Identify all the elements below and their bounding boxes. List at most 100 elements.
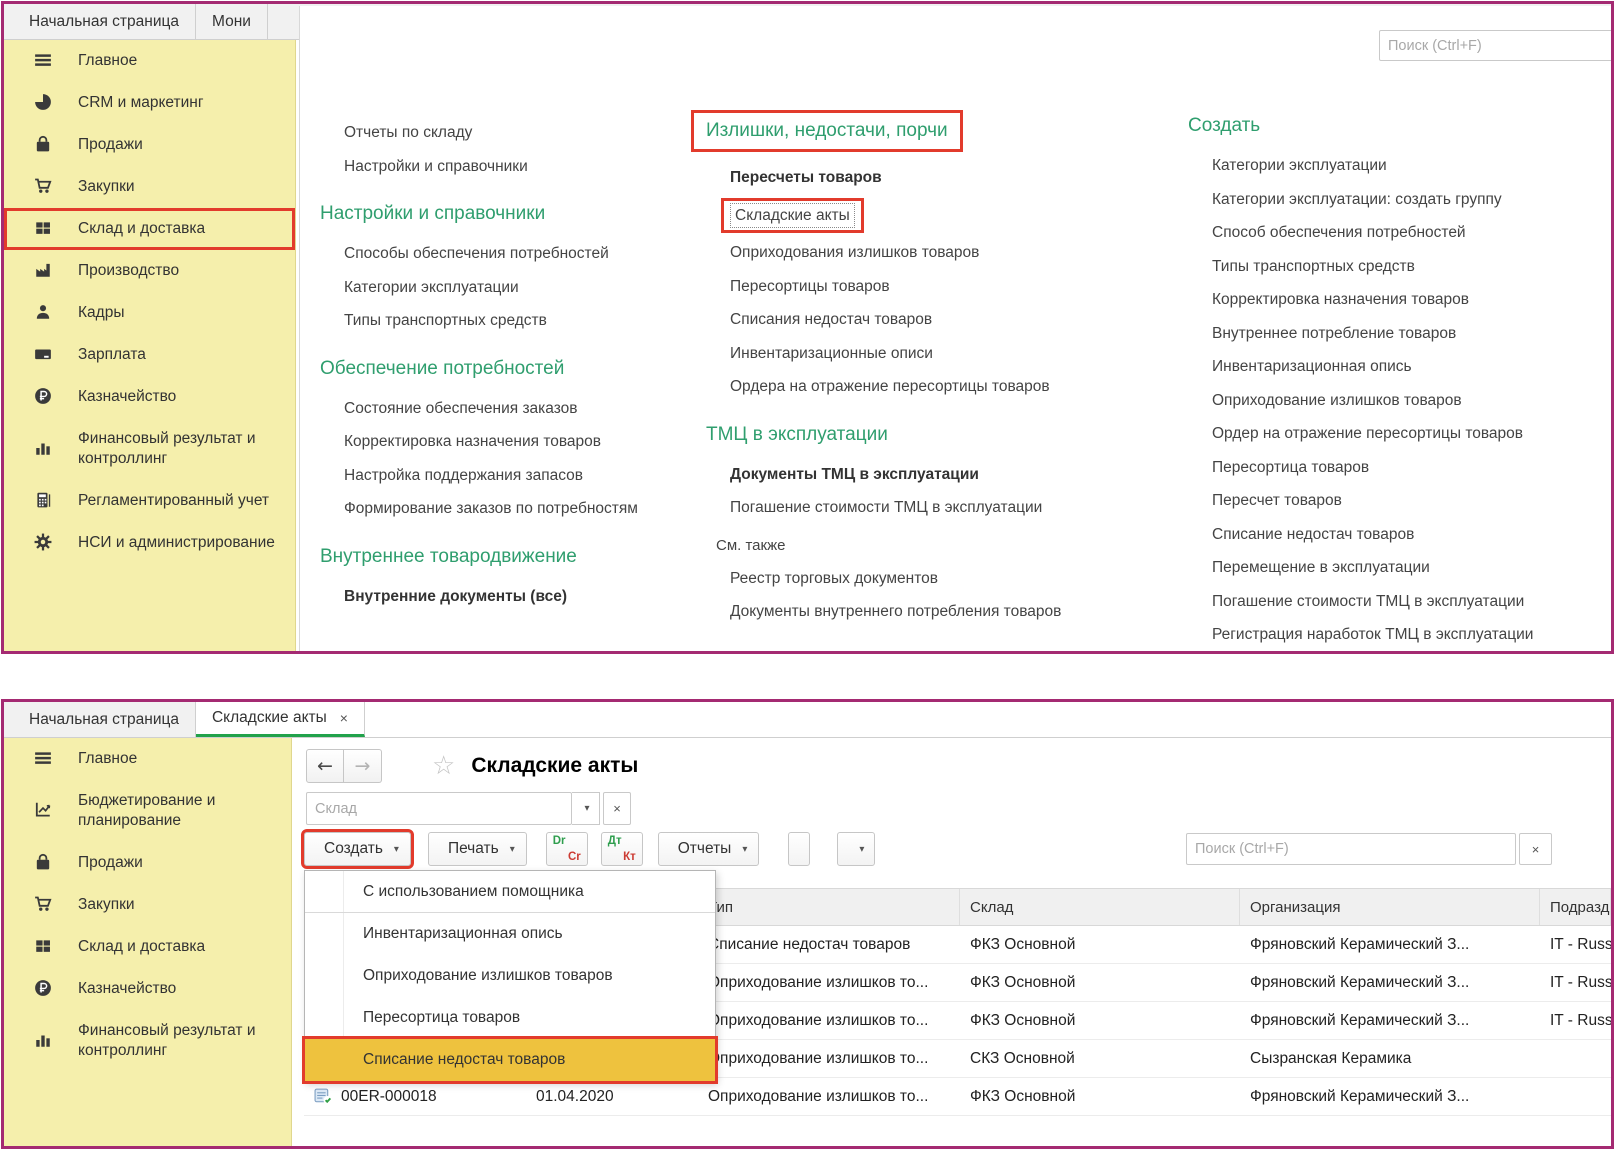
menu-link[interactable]: Документы внутреннего потребления товаро… xyxy=(730,601,1061,623)
sidebar-item-склад-и-доставка[interactable]: Склад и доставка xyxy=(4,208,295,250)
sidebar-item-финансовый-результат-и-контроллинг[interactable]: Финансовый результат и контроллинг xyxy=(4,418,295,480)
menu-link[interactable]: Категории эксплуатации xyxy=(1212,155,1387,177)
sidebar-item-финансовый-результат-и-контроллинг[interactable]: Финансовый результат и контроллинг xyxy=(4,1010,291,1072)
see-also-label: См. также xyxy=(716,537,785,554)
menu-item-text: Ордера на отражение пересортицы товаров xyxy=(730,378,1050,395)
menu-link[interactable]: Ордер на отражение пересортицы товаров xyxy=(1212,423,1523,445)
sidebar-item-закупки[interactable]: Закупки xyxy=(4,884,291,926)
menu-link[interactable]: Типы транспортных средств xyxy=(344,310,547,332)
forward-button[interactable]: → xyxy=(344,749,382,783)
menu-link[interactable]: Способы обеспечения потребностей xyxy=(344,243,609,265)
menu-link[interactable]: Категории эксплуатации: создать группу xyxy=(1212,189,1502,211)
menu-link[interactable]: Пересчет товаров xyxy=(1212,490,1342,512)
menu-link[interactable]: Инвентаризационные описи xyxy=(730,343,933,365)
menu-link[interactable]: Пересортицы товаров xyxy=(730,276,890,298)
menu-link[interactable]: Пересчеты товаров xyxy=(730,167,882,189)
menu-link[interactable]: Реестр торговых документов xyxy=(730,568,938,590)
create-menu-item[interactable]: Пересортица товаров xyxy=(305,997,715,1039)
table-row[interactable]: 00ER-00001801.04.2020Оприходование излиш… xyxy=(304,1078,1611,1116)
menu-link[interactable]: Регистрация наработок ТМЦ в эксплуатации xyxy=(1212,624,1533,646)
column-header[interactable]: Организация xyxy=(1240,889,1540,925)
menu-link[interactable]: Внутреннее потребление товаров xyxy=(1212,323,1456,345)
menu-item-text: Инвентаризационная опись xyxy=(1212,358,1412,375)
dtkt-button[interactable]: Дт Кт xyxy=(601,832,643,866)
tab-home[interactable]: Начальная страница xyxy=(4,702,196,737)
dt-label: Дт xyxy=(608,835,622,847)
column-header[interactable]: Склад xyxy=(960,889,1240,925)
sidebar-item-кадры[interactable]: Кадры xyxy=(4,292,295,334)
sidebar-item-crm-и-маркетинг[interactable]: CRM и маркетинг xyxy=(4,82,295,124)
menu-link[interactable]: Списания недостач товаров xyxy=(730,309,932,331)
favorite-star-icon[interactable]: ☆ xyxy=(432,751,455,781)
create-menu-item[interactable]: Списание недостач товаров xyxy=(305,1039,715,1081)
menu-link[interactable]: Способ обеспечения потребностей xyxy=(1212,222,1466,244)
create-menu-item[interactable]: Оприходование излишков товаров xyxy=(305,955,715,997)
reports-button[interactable]: Отчеты xyxy=(658,832,760,866)
person-icon xyxy=(34,303,56,323)
doc-check-icon xyxy=(314,1088,333,1105)
post-document-button[interactable] xyxy=(788,832,810,866)
create-menu-item[interactable]: С использованием помощника xyxy=(305,871,715,913)
menu-link[interactable]: Погашение стоимости ТМЦ в эксплуатации xyxy=(730,497,1042,519)
tab-home[interactable]: Начальная страница xyxy=(4,4,196,39)
create-based-on-button[interactable] xyxy=(837,832,875,866)
close-tab-icon[interactable]: × xyxy=(340,710,348,726)
menu-link[interactable]: Ордера на отражение пересортицы товаров xyxy=(730,376,1050,398)
sidebar-item-производство[interactable]: Производство xyxy=(4,250,295,292)
clear-search-button[interactable]: × xyxy=(1519,833,1552,865)
tab-monitoring[interactable]: Мони xyxy=(196,4,268,39)
sidebar-item-label: НСИ и администрирование xyxy=(78,533,275,553)
sidebar-item-закупки[interactable]: Закупки xyxy=(4,166,295,208)
tab-warehouse-acts[interactable]: Складские акты × xyxy=(196,702,365,737)
column-header[interactable]: Тип xyxy=(698,889,960,925)
drcr-button[interactable]: Dr Cr xyxy=(546,832,588,866)
menu-item-text: Излишки, недостачи, порчи xyxy=(706,120,948,141)
sidebar-item-главное[interactable]: Главное xyxy=(4,40,295,82)
warehouse-filter-input[interactable] xyxy=(306,792,572,825)
cell-warehouse: ФКЗ Основной xyxy=(960,964,1240,1001)
ruble-icon xyxy=(34,387,56,407)
menu-link[interactable]: Складские акты xyxy=(721,198,864,234)
sidebar-item-продажи[interactable]: Продажи xyxy=(4,842,291,884)
menu-link[interactable]: Инвентаризационная опись xyxy=(1212,356,1412,378)
menu-link[interactable]: Перемещение в эксплуатации xyxy=(1212,557,1430,579)
column-header[interactable]: Подразделение xyxy=(1540,889,1611,925)
create-menu-item[interactable]: Инвентаризационная опись xyxy=(305,913,715,955)
create-button[interactable]: Создать xyxy=(304,832,411,866)
filter-dropdown-button[interactable] xyxy=(572,792,600,825)
menu-link[interactable]: Формирование заказов по потребностям xyxy=(344,498,638,520)
back-button[interactable]: ← xyxy=(306,749,344,783)
menu-link[interactable]: Настройка поддержания запасов xyxy=(344,465,583,487)
menu-link[interactable]: Погашение стоимости ТМЦ в эксплуатации xyxy=(1212,591,1524,613)
menu-link[interactable]: Состояние обеспечения заказов xyxy=(344,398,578,420)
sidebar-item-главное[interactable]: Главное xyxy=(4,738,291,780)
menu-item-text: Документы ТМЦ в эксплуатации xyxy=(730,466,979,483)
menu-link[interactable]: Категории эксплуатации xyxy=(344,277,519,299)
menu-link[interactable]: Оприходование излишков товаров xyxy=(1212,390,1462,412)
sidebar-item-регламентированный-учет[interactable]: Регламентированный учет xyxy=(4,480,295,522)
menu-link[interactable]: Отчеты по складу xyxy=(344,122,472,144)
menu-link[interactable]: Оприходования излишков товаров xyxy=(730,242,979,264)
menu-link[interactable]: Типы транспортных средств xyxy=(1212,256,1415,278)
sidebar-item-бюджетирование-и-планирование[interactable]: Бюджетирование и планирование xyxy=(4,780,291,842)
menu-link[interactable]: Корректировка назначения товаров xyxy=(1212,289,1469,311)
sidebar-item-склад-и-доставка[interactable]: Склад и доставка xyxy=(4,926,291,968)
sidebar-item-продажи[interactable]: Продажи xyxy=(4,124,295,166)
sidebar-item-зарплата[interactable]: Зарплата xyxy=(4,334,295,376)
print-button[interactable]: Печать xyxy=(428,832,527,866)
menu-item-text: Настройки и справочники xyxy=(344,158,528,175)
menu-item-text: Пересчет товаров xyxy=(1212,492,1342,509)
menu-link[interactable]: Пересортица товаров xyxy=(1212,457,1369,479)
menu-link[interactable]: Документы ТМЦ в эксплуатации xyxy=(730,464,979,486)
menu-section-header: ТМЦ в эксплуатации xyxy=(706,423,888,447)
menu-link[interactable]: Внутренние документы (все) xyxy=(344,586,567,608)
menu-link[interactable]: Настройки и справочники xyxy=(344,156,528,178)
filter-clear-button[interactable]: × xyxy=(603,792,631,825)
sidebar-item-нси-и-администрирование[interactable]: НСИ и администрирование xyxy=(4,522,295,564)
menu-link[interactable]: Корректировка назначения товаров xyxy=(344,431,601,453)
dr-label: Dr xyxy=(553,835,566,847)
sidebar-item-казначейство[interactable]: Казначейство xyxy=(4,376,295,418)
menu-link[interactable]: Списание недостач товаров xyxy=(1212,524,1414,546)
table-search-input[interactable] xyxy=(1186,833,1516,865)
sidebar-item-казначейство[interactable]: Казначейство xyxy=(4,968,291,1010)
